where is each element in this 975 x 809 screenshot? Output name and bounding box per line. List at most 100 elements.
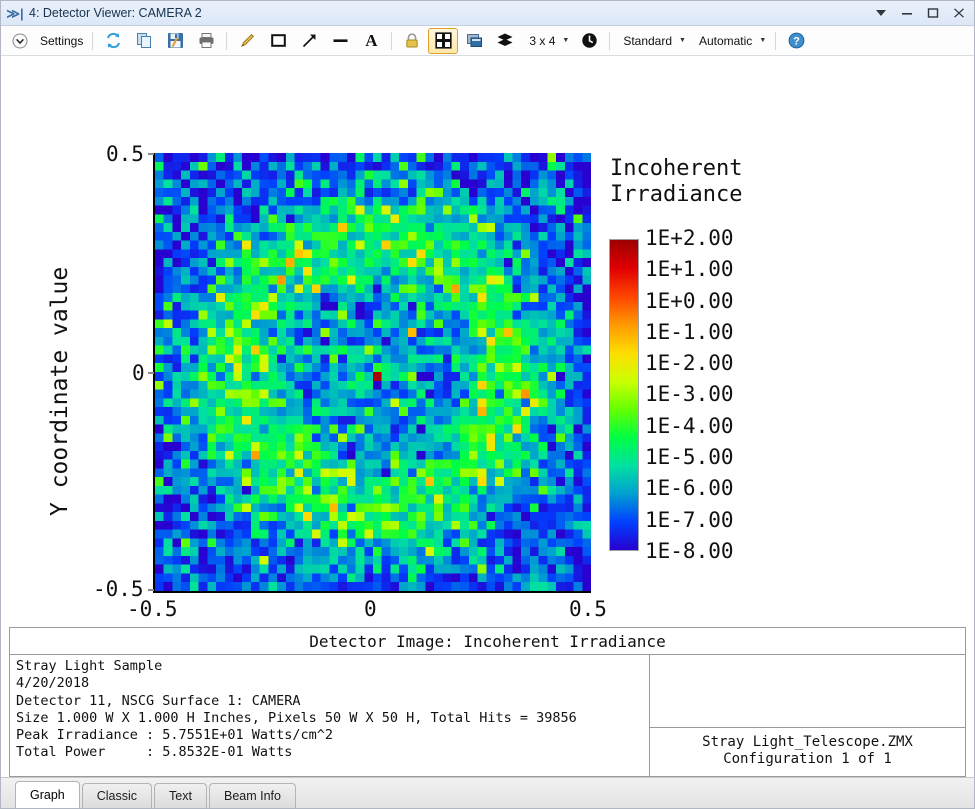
minimize-icon [902, 13, 912, 15]
svg-text:?: ? [793, 36, 800, 48]
close-button[interactable] [946, 3, 972, 24]
arrow-icon [302, 34, 316, 48]
info-panel-file-info: Stray Light_Telescope.ZMX Configuration … [650, 728, 965, 776]
toolbar-separator-1 [92, 31, 94, 50]
copy-icon [136, 33, 151, 48]
info-panel: Detector Image: Incoherent Irradiance St… [9, 627, 966, 777]
settings-dropdown-icon [12, 33, 28, 48]
plot-area: 0.5 0 -0.5 -0.5 0 0.5 Y coordinate value… [1, 56, 974, 627]
detector-viewer-icon: ≫| [6, 5, 24, 21]
tab-graph[interactable]: Graph [15, 781, 80, 808]
text-annotation-button[interactable]: A [356, 28, 386, 54]
x-axis-tick-label-left: -0.5 [127, 597, 178, 621]
save-button[interactable] [160, 28, 190, 54]
toolbar-separator-2 [226, 31, 228, 50]
info-panel-details: Stray Light Sample 4/20/2018 Detector 11… [10, 655, 650, 776]
tab-text[interactable]: Text [154, 783, 207, 808]
y-tick-mid [148, 372, 154, 374]
help-icon: ? [788, 32, 805, 49]
colorbar-tick-label: 1E+1.00 [645, 257, 734, 282]
window-dropdown-button[interactable] [868, 3, 894, 24]
colorbar-title-line-2: Irradiance [610, 181, 743, 207]
toolbar: Settings A 3 x 4 ▼ Standard ▼ Automatic … [1, 26, 974, 56]
style-dropdown-label: Standard [623, 33, 673, 48]
save-icon [167, 33, 183, 48]
configuration-label: Configuration 1 of 1 [723, 751, 892, 768]
layers-icon [497, 33, 513, 46]
clock-button[interactable] [574, 28, 604, 54]
rectangle-icon [271, 34, 286, 47]
maximize-button[interactable] [920, 3, 946, 24]
window-layout-button[interactable] [459, 28, 489, 54]
help-button[interactable]: ? [781, 28, 811, 54]
detector-heatmap[interactable] [153, 153, 591, 593]
y-tick-top [148, 153, 154, 155]
lock-button[interactable] [397, 28, 427, 54]
minimize-button[interactable] [894, 3, 920, 24]
colorbar-tick-label: 1E-2.00 [645, 351, 734, 376]
colorbar-title: Incoherent Irradiance [610, 156, 742, 208]
detector-viewer-window: ≫| 4: Detector Viewer: CAMERA 2 Settings… [0, 0, 975, 809]
chevron-down-icon: ▼ [562, 37, 570, 44]
colorbar-tick-label: 1E-5.00 [645, 445, 734, 470]
info-panel-right: Stray Light_Telescope.ZMX Configuration … [650, 655, 965, 776]
toolbar-separator-5 [775, 31, 777, 50]
colorbar-tick-label: 1E-3.00 [645, 382, 734, 407]
lock-icon [406, 33, 419, 48]
info-panel-body: Stray Light Sample 4/20/2018 Detector 11… [10, 655, 965, 776]
chevron-down-icon: ▼ [679, 37, 686, 44]
close-icon [954, 8, 964, 18]
y-axis-tick-label-middle: 0 [132, 361, 145, 385]
rectangle-button[interactable] [263, 28, 293, 54]
colorbar-tick-labels: 1E+2.00 1E+1.00 1E+0.00 1E-1.00 1E-2.00 1E-3.… [645, 228, 734, 562]
grid-size-label: 3 x 4 [529, 33, 556, 48]
text-annotation-icon: A [365, 31, 378, 50]
toolbar-separator-4 [609, 31, 611, 50]
colorbar-gradient [609, 239, 639, 551]
y-axis-tick-label-top: 0.5 [106, 142, 144, 166]
y-tick-bottom [148, 589, 154, 591]
colorbar-tick-label: 1E-7.00 [645, 507, 734, 532]
title-bar: ≫| 4: Detector Viewer: CAMERA 2 [1, 1, 974, 26]
x-axis-tick-label-right: 0.5 [569, 597, 607, 621]
x-axis-tick-label-middle: 0 [364, 597, 377, 621]
tab-classic[interactable]: Classic [81, 783, 153, 808]
style-dropdown[interactable]: Standard ▼ [615, 28, 690, 54]
layers-button[interactable] [490, 28, 520, 54]
refresh-icon [106, 32, 120, 49]
info-panel-right-blank [650, 655, 965, 729]
colorbar-tick-label: 1E-1.00 [645, 319, 734, 344]
colorbar-tick-label: 1E+2.00 [645, 226, 734, 250]
grid-layout-icon [435, 32, 452, 49]
colorbar-tick-label: 1E-8.00 [645, 538, 734, 563]
grid-layout-button[interactable] [428, 27, 459, 54]
maximize-icon [927, 8, 939, 18]
tab-bar: Graph Classic Text Beam Info [1, 777, 974, 808]
window-layout-icon [466, 34, 482, 47]
y-axis-title: Y coordinate value [47, 266, 73, 516]
settings-label[interactable]: Settings [36, 34, 87, 48]
copy-button[interactable] [129, 28, 159, 54]
tab-beam-info[interactable]: Beam Info [208, 783, 296, 808]
grid-size-dropdown[interactable]: 3 x 4 ▼ [521, 28, 573, 54]
chevron-down-icon [876, 10, 886, 16]
file-name: Stray Light_Telescope.ZMX [702, 734, 913, 751]
pencil-button[interactable] [232, 28, 262, 54]
window-title: 4: Detector Viewer: CAMERA 2 [29, 6, 202, 20]
print-button[interactable] [191, 28, 221, 54]
colorbar-tick-label: 1E+0.00 [645, 288, 734, 313]
info-panel-header: Detector Image: Incoherent Irradiance [10, 628, 965, 655]
clock-icon [582, 33, 597, 48]
line-button[interactable] [325, 28, 355, 54]
scale-dropdown[interactable]: Automatic ▼ [691, 28, 770, 54]
print-icon [199, 33, 214, 48]
colorbar-title-line-1: Incoherent [610, 156, 743, 181]
colorbar-tick-label: 1E-6.00 [645, 476, 734, 501]
pencil-icon [240, 33, 254, 48]
chevron-down-icon: ▼ [759, 37, 767, 44]
refresh-button[interactable] [98, 28, 128, 54]
arrow-button[interactable] [294, 28, 324, 54]
toolbar-separator-3 [391, 31, 393, 50]
colorbar-tick-label: 1E-4.00 [645, 413, 734, 438]
settings-dropdown-button[interactable] [5, 28, 35, 54]
